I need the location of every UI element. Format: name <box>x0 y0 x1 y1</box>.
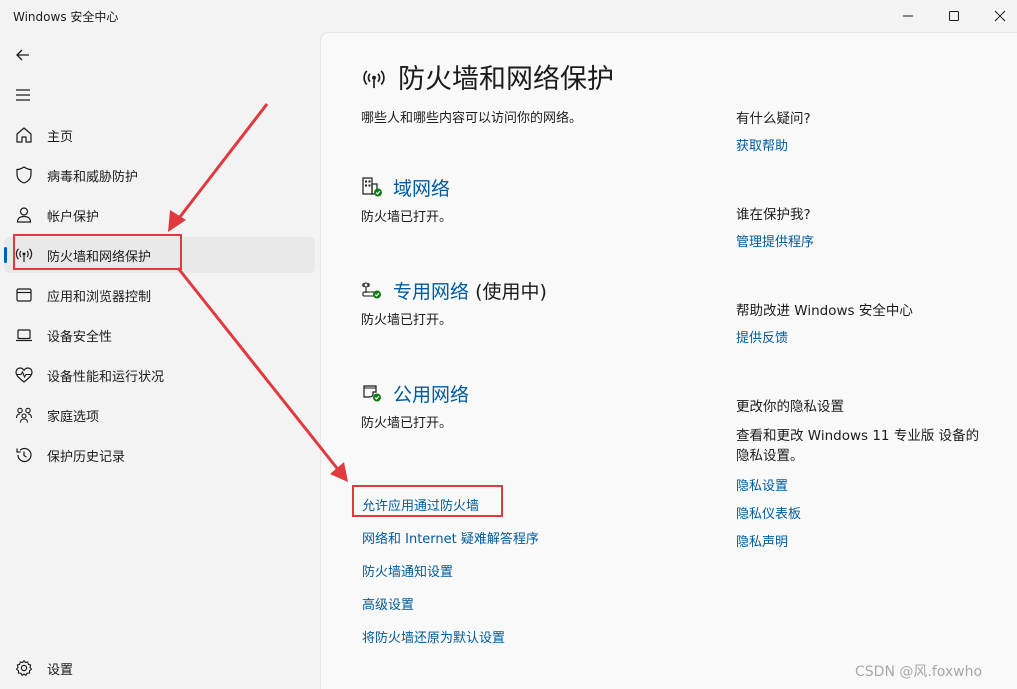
privacy-description: 查看和更改 Windows 11 专业版 设备的隐私设置。 <box>736 428 980 464</box>
sidebar-item-label: 保护历史记录 <box>47 450 126 465</box>
privacy-heading: 更改你的隐私设置 <box>736 399 844 415</box>
sidebar-item-virus-protection[interactable]: 病毒和威胁防护 <box>4 157 315 193</box>
get-help-link[interactable]: 获取帮助 <box>736 135 788 154</box>
in-use-label: (使用中) <box>475 281 547 303</box>
network-name-link[interactable]: 专用网络 (使用中) <box>393 277 547 304</box>
network-status: 防火墙已打开。 <box>361 416 453 431</box>
menu-button[interactable] <box>12 84 34 106</box>
sidebar-item-label: 家庭选项 <box>47 410 100 425</box>
close-button[interactable] <box>977 0 1017 32</box>
history-icon <box>16 447 32 463</box>
sidebar-item-label: 病毒和威胁防护 <box>47 170 139 185</box>
hamburger-menu-icon <box>16 89 30 101</box>
app-window-icon <box>16 288 32 302</box>
maximize-button[interactable] <box>931 0 977 32</box>
back-arrow-icon <box>16 49 29 61</box>
network-private: 专用网络 (使用中) 防火墙已打开。 <box>361 277 691 337</box>
sidebar: 主页 病毒和威胁防护 帐户保护 防火墙和网络保护 应用和浏览器控制 设备安全性 … <box>0 32 320 689</box>
minimize-icon <box>903 15 913 17</box>
network-troubleshooter-link[interactable]: 网络和 Internet 疑难解答程序 <box>362 528 539 547</box>
sidebar-item-protection-history[interactable]: 保护历史记录 <box>4 437 315 473</box>
privacy-dashboard-link[interactable]: 隐私仪表板 <box>736 503 801 522</box>
private-network-icon <box>362 282 381 299</box>
sidebar-item-label: 应用和浏览器控制 <box>47 290 152 305</box>
back-button[interactable] <box>12 44 34 66</box>
title-bar: Windows 安全中心 <box>0 0 1017 32</box>
heart-pulse-icon <box>15 367 33 383</box>
maximize-icon <box>949 11 959 21</box>
sidebar-item-app-browser-control[interactable]: 应用和浏览器控制 <box>4 277 315 313</box>
network-name-link[interactable]: 域网络 <box>393 174 450 201</box>
network-status: 防火墙已打开。 <box>361 313 453 328</box>
laptop-icon <box>16 329 32 342</box>
sidebar-item-label: 设备性能和运行状况 <box>47 370 165 385</box>
network-status: 防火墙已打开。 <box>361 210 453 225</box>
network-public: 公用网络 防火墙已打开。 <box>361 380 691 440</box>
sidebar-item-label: 帐户保护 <box>47 210 100 225</box>
main-content: 防火墙和网络保护 哪些人和哪些内容可以访问你的网络。 域网络 防火墙已打开。 专… <box>320 32 1017 689</box>
shield-icon <box>16 166 32 184</box>
privacy-statement-link[interactable]: 隐私声明 <box>736 531 788 550</box>
watermark: CSDN @风.foxwho <box>855 664 983 680</box>
sidebar-item-home[interactable]: 主页 <box>4 117 315 153</box>
advanced-settings-link[interactable]: 高级设置 <box>362 594 414 613</box>
give-feedback-link[interactable]: 提供反馈 <box>736 327 788 346</box>
home-icon <box>16 127 32 143</box>
network-domain: 域网络 防火墙已打开。 <box>361 174 691 234</box>
family-icon <box>15 407 33 423</box>
privacy-settings-link[interactable]: 隐私设置 <box>736 475 788 494</box>
sidebar-item-label: 设备安全性 <box>47 330 113 345</box>
protect-heading: 谁在保护我? <box>736 207 811 223</box>
sidebar-item-settings[interactable]: 设置 <box>4 650 315 686</box>
minimize-button[interactable] <box>885 0 931 32</box>
person-icon <box>16 207 32 223</box>
public-network-icon <box>363 385 381 402</box>
app-title: Windows 安全中心 <box>13 10 119 24</box>
improve-heading: 帮助改进 Windows 安全中心 <box>736 303 913 319</box>
sidebar-item-label: 主页 <box>47 130 74 145</box>
gear-icon <box>15 659 33 676</box>
domain-network-icon <box>362 177 382 197</box>
restore-firewall-defaults-link[interactable]: 将防火墙还原为默认设置 <box>362 627 505 646</box>
sidebar-item-account-protection[interactable]: 帐户保护 <box>4 197 315 233</box>
selection-indicator <box>4 247 7 263</box>
sidebar-item-family-options[interactable]: 家庭选项 <box>4 397 315 433</box>
network-name-text: 专用网络 <box>393 281 470 303</box>
annotation-highlight-firewall-nav <box>13 234 182 270</box>
page-title: 防火墙和网络保护 <box>398 64 614 95</box>
settings-label: 设置 <box>47 663 74 678</box>
network-name-link[interactable]: 公用网络 <box>393 380 469 407</box>
sidebar-item-device-security[interactable]: 设备安全性 <box>4 317 315 353</box>
manage-providers-link[interactable]: 管理提供程序 <box>736 231 814 250</box>
sidebar-item-device-performance[interactable]: 设备性能和运行状况 <box>4 357 315 393</box>
annotation-highlight-allow-app-link <box>352 485 503 517</box>
firewall-notification-settings-link[interactable]: 防火墙通知设置 <box>362 561 453 580</box>
antenna-icon <box>363 70 385 89</box>
page-subtitle: 哪些人和哪些内容可以访问你的网络。 <box>361 111 583 126</box>
help-heading: 有什么疑问? <box>736 111 811 127</box>
close-icon <box>994 10 1006 22</box>
